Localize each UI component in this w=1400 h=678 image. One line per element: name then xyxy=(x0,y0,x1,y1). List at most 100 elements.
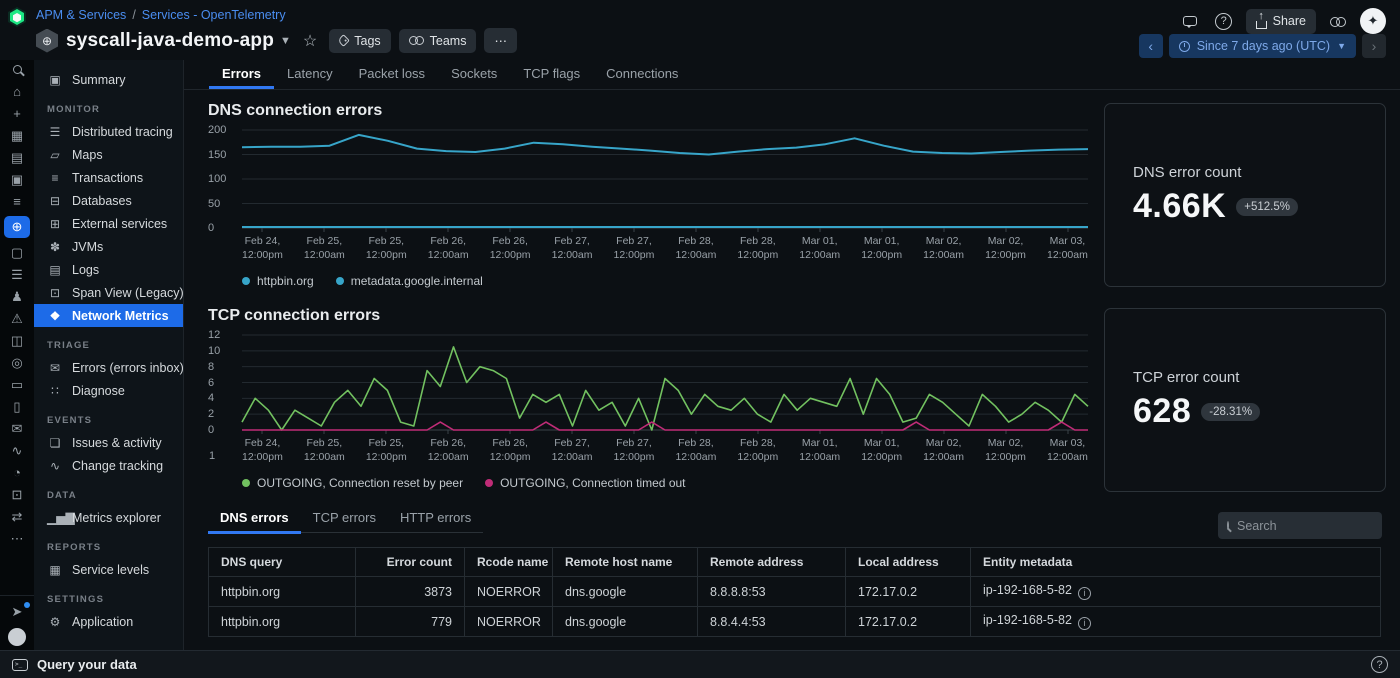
sidebar-item-application[interactable]: ⚙Application xyxy=(34,610,183,633)
search-icon xyxy=(1227,521,1229,530)
subtab-tcp-errors[interactable]: TCP errors xyxy=(301,510,388,534)
ai-assistant-button[interactable]: ✦ xyxy=(1360,8,1386,34)
whats-new-icon[interactable]: ➤ xyxy=(5,604,29,619)
gauge-icon[interactable]: ◔ xyxy=(5,465,29,480)
x-axis-label: Feb 24, 12:00pm xyxy=(242,235,283,262)
sidebar-item-transactions[interactable]: ≡Transactions xyxy=(34,166,183,189)
sidebar-item-databases[interactable]: ⊟Databases xyxy=(34,189,183,212)
more-actions-button[interactable]: ⋯ xyxy=(484,28,517,53)
traces-icon[interactable]: ☰ xyxy=(5,267,29,282)
users-icon[interactable]: ♟ xyxy=(5,289,29,304)
legend-item[interactable]: httpbin.org xyxy=(242,274,314,288)
apm-services-icon[interactable]: ⊕ xyxy=(4,216,30,238)
browser-apps-icon[interactable]: ◫ xyxy=(5,333,29,348)
subtab-http-errors[interactable]: HTTP errors xyxy=(388,510,483,534)
search-input[interactable] xyxy=(1237,519,1398,533)
teams-icon xyxy=(409,35,424,46)
column-header-entity-metadata[interactable]: Entity metadata xyxy=(971,548,1381,577)
sidebar-section-reports: REPORTS xyxy=(34,536,183,558)
dashboards-icon[interactable]: ▣ xyxy=(5,172,29,187)
tab-connections[interactable]: Connections xyxy=(593,60,691,89)
tab-sockets[interactable]: Sockets xyxy=(438,60,510,89)
sidebar-item-network-metrics[interactable]: ❖Network Metrics xyxy=(34,304,183,327)
info-icon[interactable] xyxy=(1078,587,1091,600)
table-row[interactable]: httpbin.org3873NOERRORdns.google8.8.8.8:… xyxy=(209,577,1381,607)
sidebar-item-issues-activity[interactable]: ❏Issues & activity xyxy=(34,431,183,454)
y-axis-tick: 0 xyxy=(208,424,214,436)
tab-packet-loss[interactable]: Packet loss xyxy=(346,60,438,89)
mobile-icon[interactable]: ▯ xyxy=(5,399,29,414)
column-header-local-address[interactable]: Local address xyxy=(846,548,971,577)
workloads-icon[interactable]: ⊡ xyxy=(5,487,29,502)
x-axis-label: Feb 27, 12:00pm xyxy=(614,235,655,262)
tab-errors[interactable]: Errors xyxy=(209,60,274,89)
sidebar-item-diagnose[interactable]: ∷Diagnose xyxy=(34,379,183,402)
synthetics-icon[interactable]: ◎ xyxy=(5,355,29,370)
legend-item[interactable]: OUTGOING, Connection timed out xyxy=(485,476,685,490)
legend-item[interactable]: metadata.google.internal xyxy=(336,274,483,288)
help-button[interactable]: ? xyxy=(1212,9,1236,33)
subtab-dns-errors[interactable]: DNS errors xyxy=(208,510,301,534)
tab-latency[interactable]: Latency xyxy=(274,60,346,89)
sidebar-item-distributed-tracing[interactable]: ☰Distributed tracing xyxy=(34,120,183,143)
x-axis-label: Feb 25, 12:00am xyxy=(304,235,345,262)
series-dot-icon xyxy=(242,277,250,285)
create-icon[interactable]: + xyxy=(5,106,29,121)
time-range-picker[interactable]: Since 7 days ago (UTC) ▼ xyxy=(1169,34,1356,58)
legend-item[interactable]: OUTGOING, Connection reset by peer xyxy=(242,476,463,490)
entities-icon[interactable]: ≡ xyxy=(5,194,29,209)
sidebar-item-service-levels[interactable]: ▦Service levels xyxy=(34,558,183,581)
errors-inbox-icon[interactable]: ✉ xyxy=(5,421,29,436)
time-back-button[interactable]: ‹ xyxy=(1139,34,1163,58)
jvms-icon: ✽ xyxy=(47,240,63,254)
query-your-data-button[interactable]: Query your data xyxy=(37,657,137,672)
main-content: ErrorsLatencyPacket lossSocketsTCP flags… xyxy=(184,60,1400,650)
sidebar-item-external-services[interactable]: ⊞External services xyxy=(34,212,183,235)
sidebar-item-metrics-explorer[interactable]: ▁▅▇Metrics explorer xyxy=(34,506,183,529)
tags-button[interactable]: Tags xyxy=(329,29,390,53)
column-header-dns-query[interactable]: DNS query xyxy=(209,548,356,577)
breadcrumb: APM & Services / Services - OpenTelemetr… xyxy=(36,8,517,22)
breadcrumb-apm-services[interactable]: APM & Services xyxy=(36,8,126,22)
sidebar-item-summary[interactable]: ▣Summary xyxy=(34,68,183,91)
sidebar-item-jvms[interactable]: ✽JVMs xyxy=(34,235,183,258)
tcp-error-count-card: TCP error count 628 -28.31% xyxy=(1104,308,1386,492)
pipelines-icon[interactable]: ⇄ xyxy=(5,509,29,524)
sidebar-item-errors-errors-inbox[interactable]: ✉Errors (errors inbox) xyxy=(34,356,183,379)
favorite-star-icon[interactable]: ☆ xyxy=(303,31,317,51)
x-axis-label: Mar 01, 12:00am xyxy=(799,235,840,262)
sidebar-item-maps[interactable]: ▱Maps xyxy=(34,143,183,166)
clock-icon xyxy=(1179,41,1190,52)
logs-icon[interactable]: ▢ xyxy=(5,245,29,260)
alerts-icon[interactable]: ⚠ xyxy=(5,311,29,326)
breadcrumb-services-opentelemetry[interactable]: Services - OpenTelemetry xyxy=(142,8,286,22)
sidebar-item-logs[interactable]: ▤Logs xyxy=(34,258,183,281)
permalink-button[interactable] xyxy=(1326,9,1350,33)
info-icon[interactable] xyxy=(1078,617,1091,630)
title-chevron-down-icon[interactable]: ▼ xyxy=(280,35,291,47)
search-icon[interactable] xyxy=(5,62,29,77)
column-header-rcode-name[interactable]: Rcode name xyxy=(465,548,553,577)
share-button[interactable]: Share xyxy=(1246,9,1316,34)
apps-icon[interactable]: ▦ xyxy=(5,128,29,143)
docs-icon[interactable]: ▤ xyxy=(5,150,29,165)
column-header-error-count[interactable]: Error count xyxy=(356,548,465,577)
sidebar-item-span-view-legacy[interactable]: ⊡Span View (Legacy) xyxy=(34,281,183,304)
user-avatar[interactable] xyxy=(5,629,29,644)
table-row[interactable]: httpbin.org779NOERRORdns.google8.8.4.4:5… xyxy=(209,607,1381,637)
sidebar-item-change-tracking[interactable]: ∿Change tracking xyxy=(34,454,183,477)
activity-icon[interactable]: ∿ xyxy=(5,443,29,458)
home-icon[interactable]: ⌂ xyxy=(5,84,29,99)
distributed-tracing-icon: ☰ xyxy=(47,125,63,139)
transactions-icon: ≡ xyxy=(47,171,63,185)
teams-button[interactable]: Teams xyxy=(399,29,477,53)
column-header-remote-host-name[interactable]: Remote host name xyxy=(553,548,698,577)
time-forward-button[interactable]: › xyxy=(1362,34,1386,58)
more-icon[interactable]: ⋯ xyxy=(5,531,29,546)
tab-tcp-flags[interactable]: TCP flags xyxy=(510,60,593,89)
feedback-button[interactable] xyxy=(1178,9,1202,33)
footer-help-icon[interactable]: ? xyxy=(1371,656,1388,673)
column-header-remote-address[interactable]: Remote address xyxy=(698,548,846,577)
browser-icon[interactable]: ▭ xyxy=(5,377,29,392)
cell-entity-metadata: ip-192-168-5-82 xyxy=(971,577,1381,607)
